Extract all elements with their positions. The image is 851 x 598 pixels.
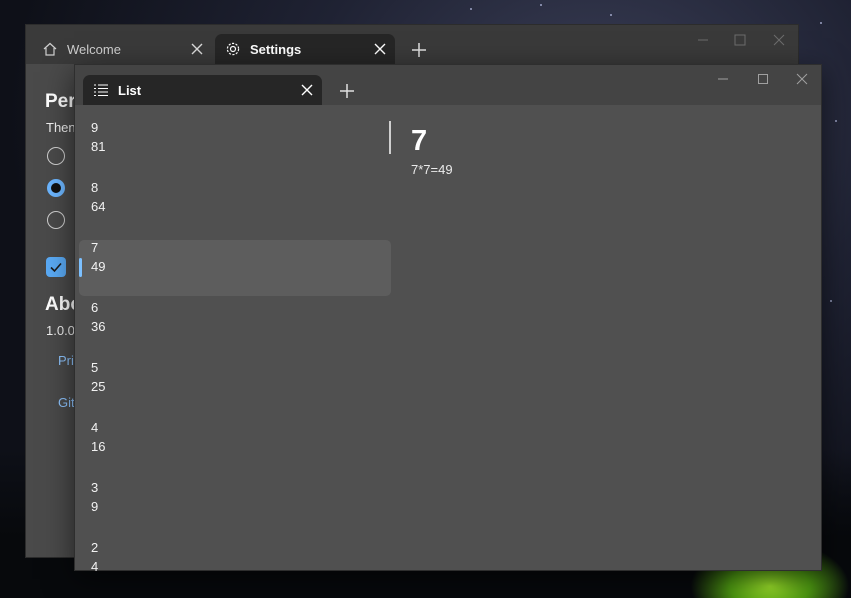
list-item-square: 64	[91, 199, 106, 214]
list-item-number: 7	[91, 240, 99, 255]
list-item[interactable]: 8 64	[79, 180, 391, 236]
theme-radio-2[interactable]	[47, 179, 65, 197]
back-tab-bar: Welcome Settings	[26, 25, 798, 64]
theme-radio-1[interactable]	[47, 147, 65, 165]
front-tab-bar: List	[75, 65, 821, 105]
new-tab-icon[interactable]	[410, 41, 428, 59]
list-item[interactable]: 5 25	[79, 360, 391, 416]
close-icon[interactable]	[300, 83, 314, 97]
pane-splitter[interactable]	[389, 121, 391, 154]
list-item-square: 16	[91, 439, 106, 454]
gear-icon	[226, 42, 240, 56]
list-item[interactable]: 4 16	[79, 420, 391, 476]
list-item[interactable]: 7 49	[79, 240, 391, 296]
tab-list-label: List	[118, 82, 142, 98]
list-item-number: 8	[91, 180, 99, 195]
detail-title: 7	[411, 125, 428, 157]
close-icon[interactable]	[373, 42, 387, 56]
version-text: 1.0.0	[46, 323, 75, 338]
list-item-number: 6	[91, 300, 99, 315]
check-icon	[50, 262, 62, 273]
tab-settings[interactable]: Settings	[215, 34, 395, 64]
list-item-square: 81	[91, 139, 106, 154]
list-item-number: 9	[91, 120, 99, 135]
list-item-square: 49	[91, 259, 106, 274]
settings-checkbox[interactable]	[46, 257, 66, 277]
theme-label: Then	[46, 120, 76, 135]
close-window-icon[interactable]	[772, 33, 786, 47]
list-item-square: 25	[91, 379, 106, 394]
list-item-square: 36	[91, 319, 106, 334]
maximize-icon[interactable]	[733, 33, 747, 47]
close-icon[interactable]	[190, 42, 204, 56]
minimize-icon[interactable]	[716, 72, 730, 86]
tab-list[interactable]: List	[83, 75, 322, 105]
list-icon	[94, 84, 108, 97]
tab-welcome-label: Welcome	[67, 41, 121, 57]
new-tab-icon[interactable]	[338, 82, 356, 100]
home-icon	[43, 42, 57, 56]
number-list: 9 81 8 64 7 49 6 36 5 25 4 16 3 9 2 4	[75, 105, 395, 571]
list-window: List 9 81 8 64 7 49 6 36 5 25 4 16 3 9 2 4 7 7*7=49	[74, 64, 822, 571]
maximize-icon[interactable]	[756, 72, 770, 86]
github-link[interactable]: Git	[58, 395, 75, 410]
list-item[interactable]: 9 81	[79, 120, 391, 176]
selection-indicator	[79, 258, 82, 277]
privacy-link[interactable]: Pri	[58, 353, 74, 368]
list-item[interactable]: 6 36	[79, 300, 391, 356]
list-item-number: 2	[91, 540, 99, 555]
list-item[interactable]: 39	[79, 480, 391, 536]
personalization-heading: Per	[45, 91, 76, 112]
list-item-number: 3	[91, 480, 99, 495]
tab-settings-label: Settings	[250, 41, 302, 57]
theme-radio-3[interactable]	[47, 211, 65, 229]
list-item-square: 9	[91, 499, 99, 514]
list-item-number: 4	[91, 420, 99, 435]
list-item[interactable]: 24	[79, 540, 391, 571]
close-window-icon[interactable]	[795, 72, 809, 86]
tab-welcome[interactable]: Welcome	[32, 34, 212, 64]
minimize-icon[interactable]	[696, 33, 710, 47]
list-item-number: 5	[91, 360, 99, 375]
detail-subtitle: 7*7=49	[411, 162, 453, 177]
list-item-square: 4	[91, 559, 99, 571]
